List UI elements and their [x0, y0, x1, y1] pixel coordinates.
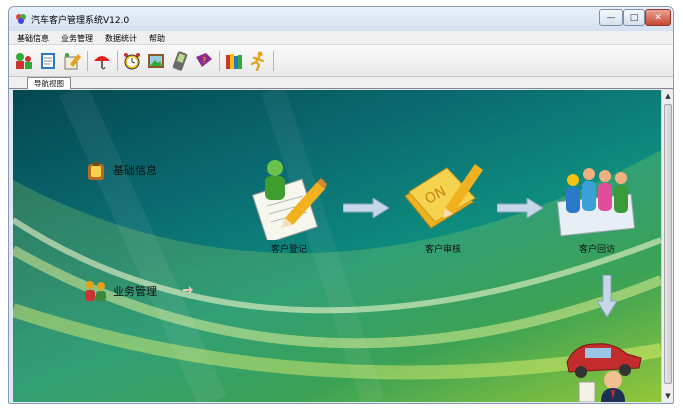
people-icon [16, 53, 32, 69]
customer-followup-icon[interactable] [553, 160, 639, 240]
toolbar-separator [117, 51, 118, 71]
nav-basic-info[interactable]: 基础信息 [113, 162, 157, 178]
flow-arrow-down-icon [597, 275, 617, 317]
close-button[interactable]: ✕ [645, 9, 671, 26]
toolbar-separator [273, 51, 274, 71]
menu-business[interactable]: 业务管理 [61, 33, 93, 44]
toolbar-button-alarm[interactable] [121, 49, 143, 73]
toolbar-button-customers[interactable] [13, 49, 35, 73]
minimize-button[interactable]: — [599, 9, 623, 26]
step-customer-registration[interactable]: 客户登记 [249, 242, 329, 255]
toolbar-button-edit[interactable] [61, 49, 83, 73]
umbrella-icon [94, 56, 110, 70]
app-window: 汽车客户管理系统V12.0 — □ ✕ 基础信息 业务管理 数据统计 帮助 ? … [8, 6, 674, 404]
toolbar-button-exit[interactable] [247, 49, 269, 73]
toolbar-button-umbrella[interactable] [91, 49, 113, 73]
vertical-scrollbar[interactable]: ▲ ▼ [661, 90, 673, 402]
flow-arrow-icon [497, 198, 543, 218]
books-icon [226, 54, 242, 69]
title-bar: 汽车客户管理系统V12.0 — □ ✕ [9, 7, 673, 31]
minimize-icon: — [606, 12, 616, 23]
edit-icon [64, 53, 81, 70]
handheld-icon [172, 51, 188, 71]
running-man-icon [250, 51, 265, 71]
alarm-clock-icon [124, 53, 140, 70]
picture-icon [148, 54, 164, 68]
customer-registration-icon[interactable] [251, 156, 327, 240]
menu-bar: 基础信息 业务管理 数据统计 帮助 [9, 31, 673, 45]
navigation-view: 基础信息 业务管理 客户登记 ON 客户审核 客户回访 [13, 90, 661, 402]
flow-arrow-icon [343, 198, 389, 218]
toolbar-separator [219, 51, 220, 71]
car-service-icon [566, 343, 642, 402]
toolbar-button-help[interactable]: ? [193, 49, 215, 73]
close-icon: ✕ [654, 12, 662, 23]
maximize-icon: □ [629, 12, 639, 23]
toolbar-button-books[interactable] [223, 49, 245, 73]
toolbar-button-picture[interactable] [145, 49, 167, 73]
toolbar: ? [9, 45, 673, 77]
maximize-button[interactable]: □ [623, 9, 645, 26]
business-icon [85, 281, 106, 301]
app-icon [16, 14, 26, 24]
menu-help[interactable]: 帮助 [149, 33, 165, 44]
step-customer-review[interactable]: 客户审核 [403, 242, 483, 255]
basic-info-icon [88, 162, 104, 180]
window-title: 汽车客户管理系统V12.0 [31, 16, 130, 26]
toolbar-button-notebook[interactable] [37, 49, 59, 73]
tab-strip: 导航视图 [9, 77, 673, 89]
menu-basic-info[interactable]: 基础信息 [17, 33, 49, 44]
help-book-icon: ? [196, 53, 212, 67]
toolbar-button-handheld[interactable] [169, 49, 191, 73]
scroll-thumb[interactable] [664, 104, 672, 384]
step-customer-followup[interactable]: 客户回访 [557, 242, 637, 255]
scroll-down-arrow[interactable]: ▼ [662, 390, 673, 402]
toolbar-separator [87, 51, 88, 71]
scroll-up-arrow[interactable]: ▲ [662, 90, 673, 102]
notebook-icon [41, 53, 55, 69]
arrow-right-icon [183, 286, 193, 294]
menu-statistics[interactable]: 数据统计 [105, 33, 137, 44]
tab-navigation-view[interactable]: 导航视图 [27, 77, 71, 89]
customer-review-icon[interactable]: ON [401, 156, 485, 240]
nav-business[interactable]: 业务管理 [113, 283, 157, 299]
svg-text:?: ? [202, 56, 206, 65]
